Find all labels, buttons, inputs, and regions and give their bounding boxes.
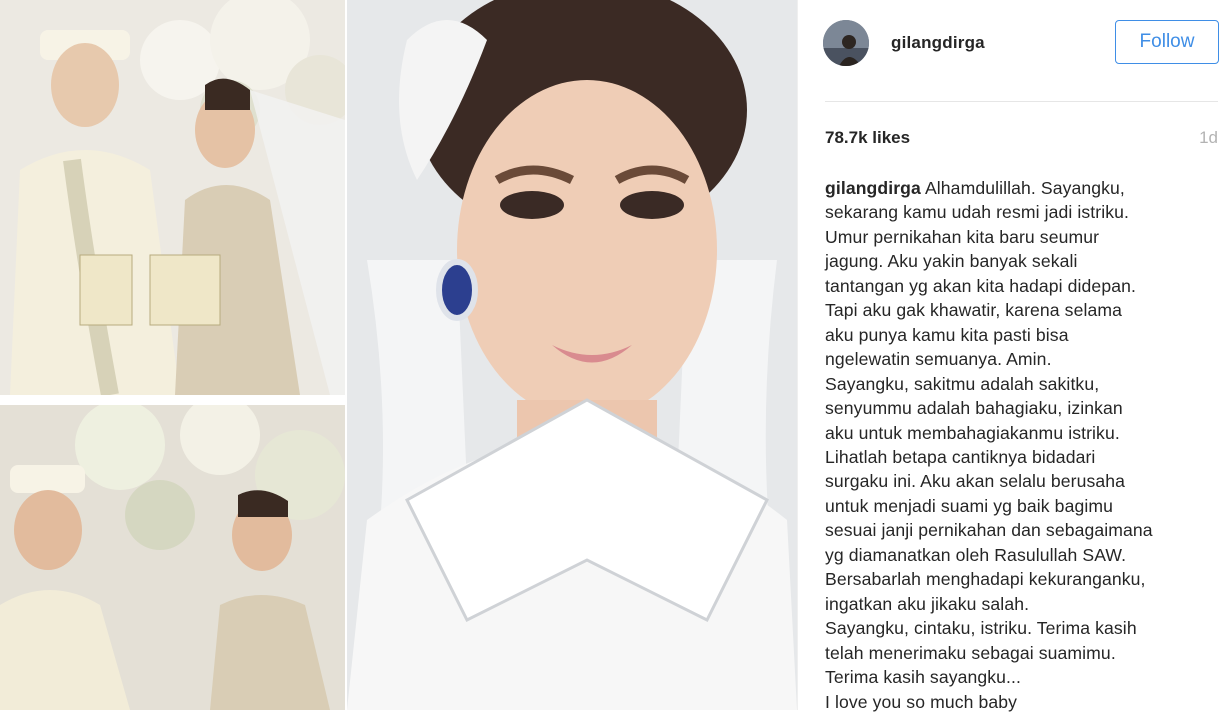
caption-line: ingatkan aku jikaku salah. — [825, 593, 1030, 614]
bride-portrait-photo — [347, 0, 797, 710]
caption-line: untuk menjadi suami yg baik bagimu — [825, 495, 1113, 516]
username-link[interactable]: gilangdirga — [891, 33, 985, 53]
caption-line: tantangan yg akan kita hadapi didepan. — [825, 275, 1136, 296]
caption-line: Sayangku, sakitmu adalah sakitku, — [825, 373, 1100, 394]
caption-line: senyummu adalah bahagiaku, izinkan — [825, 398, 1123, 419]
caption-line: Sayangku, cintaku, istriku. Terima kasih — [825, 618, 1137, 639]
caption-line: Lihatlah betapa cantiknya bidadari — [825, 446, 1096, 467]
post-caption: gilangdirga Alhamdulillah. Sayangku, sek… — [825, 176, 1220, 714]
caption-line: aku untuk membahagiakanmu istriku. — [825, 422, 1120, 443]
caption-line: yg diamanatkan oleh Rasulullah SAW. — [825, 544, 1127, 565]
post-media[interactable] — [0, 0, 797, 710]
caption-line: jagung. Aku yakin banyak sekali — [825, 251, 1078, 272]
caption-username-link[interactable]: gilangdirga — [825, 178, 921, 198]
caption-line: Bersabarlah menghadapi kekuranganku, — [825, 569, 1146, 590]
post-header: gilangdirga Follow — [798, 0, 1231, 100]
caption-line: I love you so much baby — [825, 691, 1018, 712]
caption-line: aku punya kamu kita pasti bisa — [825, 324, 1069, 345]
post-side-panel: gilangdirga Follow 78.7k likes 1d gilang… — [797, 0, 1231, 712]
caption-line: Umur pernikahan kita baru seumur — [825, 226, 1100, 247]
caption-line: ngelewatin semuanya. Amin. — [825, 349, 1052, 370]
follow-button[interactable]: Follow — [1115, 20, 1219, 64]
caption-text: Alhamdulillah. Sayangku, — [924, 178, 1125, 198]
caption-line: gilangdirga Alhamdulillah. Sayangku, — [825, 176, 1220, 200]
wedding-photo-couple-bottom — [0, 405, 345, 710]
caption-line: Terima kasih sayangku... — [825, 667, 1022, 688]
likes-count[interactable]: 78.7k likes — [825, 128, 910, 148]
avatar[interactable] — [823, 20, 869, 66]
caption-line: telah menerimaku sebagai suamimu. — [825, 642, 1116, 663]
caption-line: sesuai janji pernikahan dan sebagaimana — [825, 520, 1153, 541]
wedding-photo-couple-top — [0, 0, 345, 395]
caption-line: surgaku ini. Aku akan selalu berusaha — [825, 471, 1126, 492]
caption-line: sekarang kamu udah resmi jadi istriku. — [825, 202, 1130, 223]
caption-line: Tapi aku gak khawatir, karena selama — [825, 300, 1122, 321]
header-divider — [825, 101, 1218, 102]
post-timestamp[interactable]: 1d — [1199, 128, 1218, 148]
